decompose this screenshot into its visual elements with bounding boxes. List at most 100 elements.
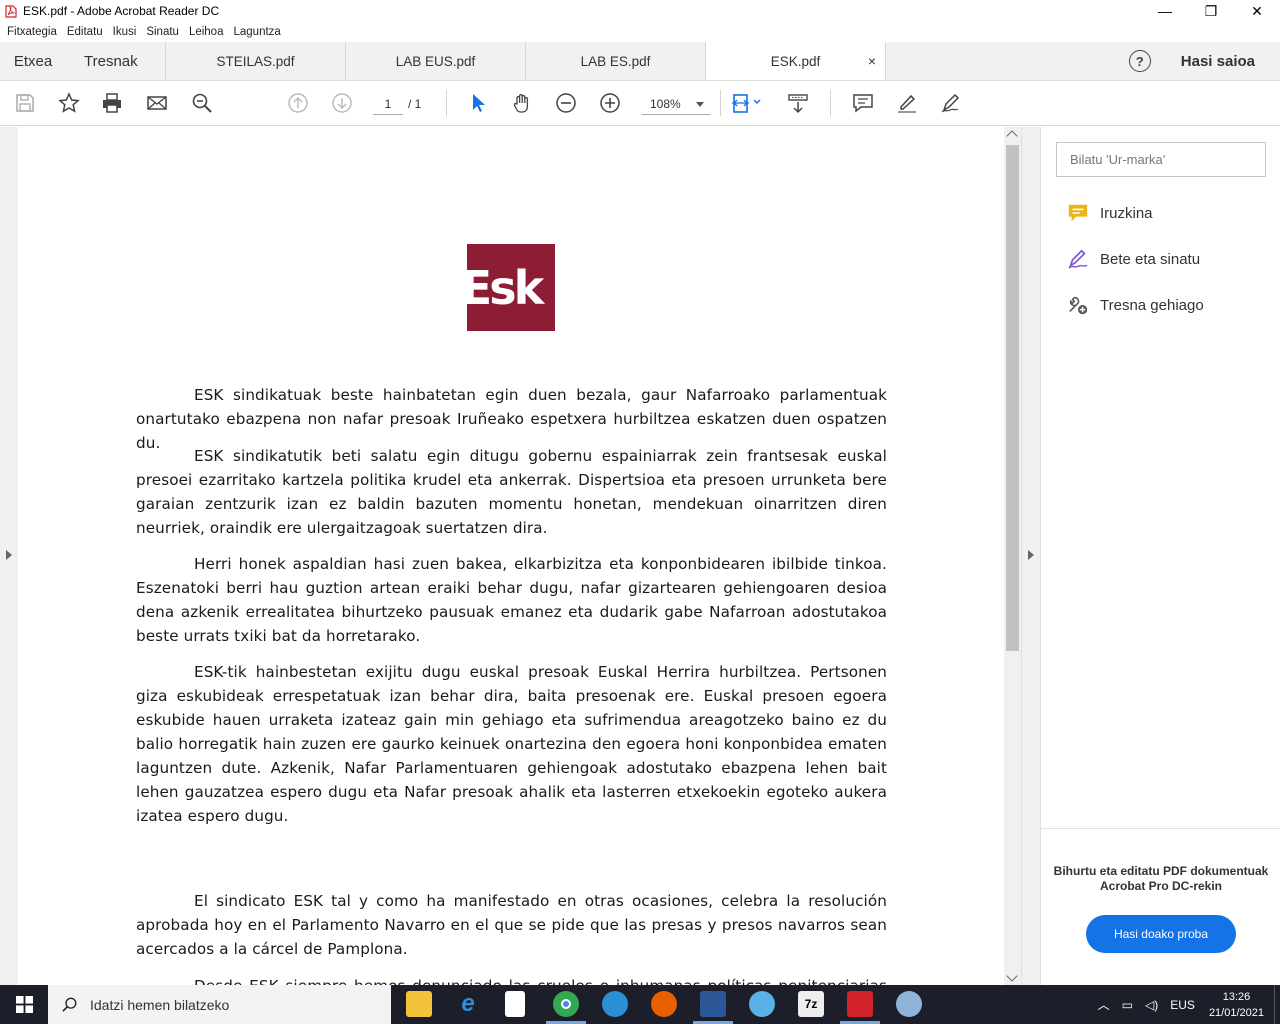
save-icon[interactable] [13, 91, 37, 115]
previous-page-icon[interactable] [286, 91, 310, 115]
close-window-button[interactable]: ✕ [1234, 0, 1280, 22]
acrobat-app-icon [5, 4, 17, 18]
tray-chevron-up-icon[interactable]: ︿ [1098, 996, 1110, 1013]
chrome-icon[interactable] [553, 991, 579, 1017]
promo-text: Bihurtu eta editatu PDF dokumentuak Acro… [1053, 864, 1269, 893]
doc-tab-lab-eus[interactable]: LAB EUS.pdf [346, 42, 526, 80]
minimize-button[interactable]: — [1142, 0, 1188, 22]
comment-icon [1066, 201, 1090, 225]
title-bar: ESK.pdf - Adobe Acrobat Reader DC — ❐ ✕ [0, 0, 1280, 22]
vertical-scrollbar[interactable] [1004, 127, 1021, 985]
firefox-icon[interactable] [651, 991, 677, 1017]
paragraph: Desde ESK siempre hemos denunciado las c… [136, 974, 887, 985]
taskbar-search-input[interactable]: Idatzi hemen bilatzeko [48, 985, 391, 1024]
menu-help[interactable]: Laguntza [228, 26, 285, 38]
comment-toolbar-icon[interactable] [851, 91, 875, 115]
tool-more-tools[interactable]: Tresna gehiago [1066, 293, 1204, 317]
file-explorer-icon[interactable] [406, 991, 432, 1017]
clock-time: 13:26 [1222, 990, 1251, 1003]
help-icon[interactable]: ? [1128, 50, 1151, 72]
paragraph: El sindicato ESK tal y como ha manifesta… [136, 892, 887, 958]
tool-fill-sign[interactable]: Bete eta sinatu [1066, 247, 1200, 271]
show-desktop-button[interactable] [1274, 985, 1280, 1024]
esk-logo: Esk [467, 244, 555, 331]
document-app-icon[interactable] [505, 991, 525, 1017]
highlight-pen-icon[interactable] [895, 91, 919, 115]
clock[interactable]: 13:26 21/01/2021 [1209, 989, 1264, 1021]
star-icon[interactable] [57, 91, 81, 115]
network-app-icon[interactable] [602, 991, 628, 1017]
scroll-up-icon[interactable] [1006, 130, 1018, 142]
sign-pen-icon[interactable] [939, 91, 963, 115]
system-tray: ︿ ▭ ◁) EUS 13:26 21/01/2021 [1092, 985, 1280, 1024]
clock-date: 21/01/2021 [1208, 1006, 1264, 1019]
zoom-in-icon[interactable] [598, 91, 622, 115]
menu-edit[interactable]: Editatu [62, 26, 108, 38]
windows-taskbar: Idatzi hemen bilatzeko e 7z ︿ ▭ ◁) EUS 1… [0, 985, 1280, 1024]
tool-fill-sign-label: Bete eta sinatu [1100, 250, 1201, 268]
sign-in-button[interactable]: Hasi saioa [1181, 53, 1255, 70]
page-fit-icon[interactable] [731, 91, 765, 115]
doc-tab-steilas[interactable]: STEILAS.pdf [166, 42, 346, 80]
hand-tool-icon[interactable] [510, 91, 534, 115]
internet-explorer-icon[interactable]: e [455, 990, 481, 1017]
restore-button[interactable]: ❐ [1188, 0, 1234, 22]
menu-view[interactable]: Ikusi [108, 26, 142, 38]
search-zoom-icon[interactable] [190, 91, 214, 115]
left-panel-toggle[interactable] [0, 127, 18, 985]
tab-bar: Etxea Tresnak STEILAS.pdf LAB EUS.pdf LA… [0, 42, 1280, 81]
next-page-icon[interactable] [330, 91, 354, 115]
toolbar-divider [720, 90, 721, 116]
zoom-out-icon[interactable] [554, 91, 578, 115]
toolbar-divider [830, 90, 831, 116]
menu-window[interactable]: Leihoa [184, 26, 229, 38]
acrobat-window: ESK.pdf - Adobe Acrobat Reader DC — ❐ ✕ … [0, 0, 1280, 1024]
language-indicator[interactable]: EUS [1170, 998, 1195, 1012]
tool-comment[interactable]: Iruzkina [1066, 201, 1153, 225]
email-icon[interactable] [145, 91, 169, 115]
doc-tab-label: LAB ES.pdf [580, 53, 651, 69]
paragraph: ESK-tik hainbestetan exijitu dugu euskal… [136, 663, 887, 825]
menu-sign[interactable]: Sinatu [141, 26, 184, 38]
panel-divider [1041, 828, 1280, 829]
search-icon [62, 997, 77, 1012]
chevron-down-icon [696, 102, 704, 107]
tab-tools[interactable]: Tresnak [66, 42, 166, 80]
paint-app-icon[interactable] [896, 991, 922, 1017]
scroll-down-icon[interactable] [1006, 970, 1018, 982]
free-trial-button[interactable]: Hasi doako proba [1086, 915, 1236, 953]
toolbar: 1 / 1 108% [0, 81, 1280, 126]
doc-tab-esk[interactable]: ESK.pdf × [706, 42, 886, 80]
windows-logo-icon [15, 996, 33, 1013]
close-tab-icon[interactable]: × [868, 53, 876, 69]
tab-home[interactable]: Etxea [0, 42, 66, 80]
start-button[interactable] [0, 985, 48, 1024]
window-title: ESK.pdf - Adobe Acrobat Reader DC [23, 4, 220, 18]
scroll-thumb[interactable] [1006, 145, 1019, 651]
scroll-mode-icon[interactable] [786, 91, 810, 115]
7zip-icon[interactable]: 7z [798, 991, 824, 1017]
zoom-select[interactable]: 108% [642, 93, 710, 115]
doc-tab-label: ESK.pdf [770, 53, 821, 69]
zoom-value: 108% [650, 97, 681, 111]
word-document-icon[interactable] [700, 991, 726, 1017]
right-panel-toggle[interactable] [1021, 127, 1040, 985]
more-tools-icon [1066, 293, 1090, 317]
document-area: Esk ESK sindikatuak beste hainbatetan eg… [0, 127, 1021, 985]
acrobat-taskbar-icon[interactable] [847, 991, 873, 1017]
menu-bar: Fitxategia Editatu Ikusi Sinatu Leihoa L… [0, 22, 1280, 42]
volume-icon[interactable]: ◁) [1145, 998, 1158, 1012]
chevron-right-icon [6, 550, 12, 560]
network-icon[interactable]: ▭ [1122, 998, 1133, 1012]
page-number-input[interactable]: 1 [373, 93, 403, 115]
doc-tab-lab-es[interactable]: LAB ES.pdf [526, 42, 706, 80]
fill-sign-icon [1066, 247, 1090, 271]
globe-app-icon[interactable] [749, 991, 775, 1017]
tool-more-tools-label: Tresna gehiago [1100, 296, 1204, 314]
tool-comment-label: Iruzkina [1100, 204, 1153, 222]
select-cursor-icon[interactable] [466, 91, 490, 115]
tools-search-input[interactable]: Bilatu 'Ur-marka' [1056, 142, 1266, 177]
page-total: / 1 [408, 97, 422, 111]
print-icon[interactable] [100, 91, 124, 115]
menu-file[interactable]: Fitxategia [2, 26, 62, 38]
